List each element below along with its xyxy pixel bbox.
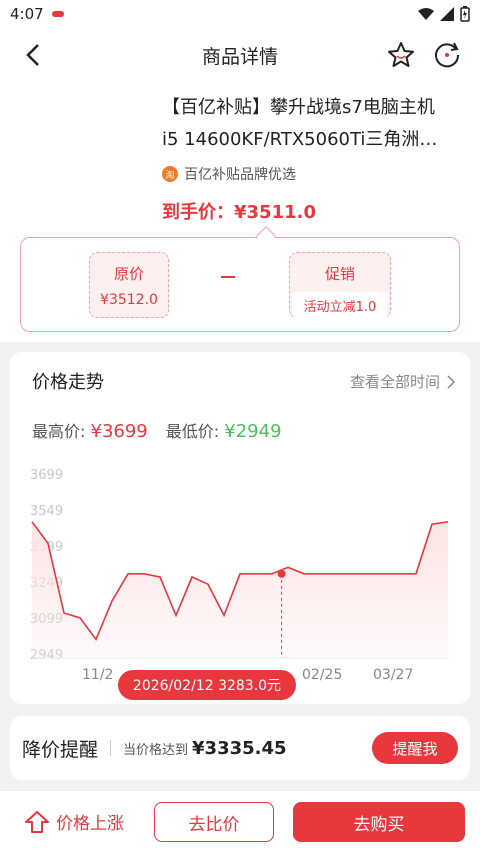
taobao-icon: 淘 <box>162 166 178 182</box>
final-price: 到手价：¥3511.0 <box>162 202 316 223</box>
price-breakdown: 原价 ¥3512.0 促销 活动立减1.0 <box>20 226 460 332</box>
view-all-label: 查看全部时间 <box>349 373 440 391</box>
star-icon <box>388 42 414 67</box>
brand-label: 百亿补贴品牌优选 <box>184 167 296 183</box>
refresh-button[interactable] <box>432 40 462 70</box>
low-price: 最低价: ¥2949 <box>166 418 282 442</box>
low-price-value: ¥2949 <box>224 421 282 442</box>
product-section: 【百亿补贴】攀升战境s7电脑主机 i5 14600KF/RTX5060Ti三角洲… <box>0 82 480 342</box>
minus-sign <box>221 276 235 278</box>
signal-icon <box>440 7 454 21</box>
divider <box>110 740 112 756</box>
price-rise-button[interactable]: 价格上涨 <box>24 809 124 834</box>
y-tick-label: 3699 <box>30 468 63 483</box>
page-title: 商品详情 <box>201 45 278 68</box>
original-price-card: 原价 ¥3512.0 <box>89 252 169 318</box>
status-time: 4:07 <box>10 5 44 23</box>
remind-me-button[interactable]: 提醒我 <box>372 732 458 764</box>
highlight-point <box>277 569 286 578</box>
callout-notch <box>256 226 276 246</box>
high-price: 最高价: ¥3699 <box>32 418 148 442</box>
x-tick-label: 11/2 <box>82 667 113 683</box>
product-title-line2: i5 14600KF/RTX5060Ti三角洲… <box>162 129 438 150</box>
alert-amount: ¥3335.45 <box>192 737 287 759</box>
original-price-value: ¥3512.0 <box>100 292 158 308</box>
price-alert-bar: 降价提醒 当价格达到 ¥3335.45 提醒我 <box>10 716 470 780</box>
status-bar: 4:07 <box>0 0 480 28</box>
view-all-time-link[interactable]: 查看全部时间 <box>350 371 456 392</box>
x-tick-label: 03/27 <box>373 667 413 683</box>
brand-badge: 淘 百亿补贴品牌优选 <box>162 164 296 184</box>
bottom-bar: 价格上涨 去比价 去购买 <box>0 790 480 853</box>
product-title-line1: 【百亿补贴】攀升战境s7电脑主机 <box>162 97 435 118</box>
status-icons <box>418 6 470 22</box>
y-tick-label: 3549 <box>30 504 63 519</box>
wifi-icon <box>418 8 434 20</box>
x-tick-label: 02/25 <box>302 667 342 683</box>
chevron-right-icon <box>447 374 456 389</box>
refresh-icon <box>435 42 460 68</box>
price-chart[interactable]: 36993549339932493099294911/202/2503/27 <box>10 452 470 692</box>
promotion-label: 促销 <box>324 265 355 283</box>
high-price-value: ¥3699 <box>90 421 148 442</box>
chart-tooltip: 2026/02/12 3283.0元 <box>118 670 296 700</box>
back-button[interactable] <box>18 40 48 70</box>
promotion-value: 活动立减1.0 <box>292 292 388 319</box>
price-trend-card: 价格走势 查看全部时间 最高价: ¥3699 最低价: ¥2949 3699 35… <box>10 352 470 704</box>
alert-condition: 当价格达到 <box>123 742 189 758</box>
low-price-label: 最低价: <box>165 422 220 441</box>
price-range: 最高价: ¥3699 最低价: ¥2949 <box>32 418 282 442</box>
high-price-label: 最高价: <box>32 422 86 441</box>
product-title: 【百亿补贴】攀升战境s7电脑主机 i5 14600KF/RTX5060Ti三角洲… <box>162 92 472 156</box>
alert-title: 降价提醒 <box>22 738 99 761</box>
favorite-button[interactable] <box>386 40 416 70</box>
arrow-up-icon <box>25 810 49 833</box>
promotion-card: 促销 活动立减1.0 <box>289 252 391 319</box>
price-rise-label: 价格上涨 <box>56 814 124 834</box>
chevron-left-icon <box>26 44 39 66</box>
trend-title: 价格走势 <box>32 372 104 393</box>
notification-dot-icon <box>51 11 64 17</box>
top-nav: 商品详情 <box>0 28 480 82</box>
battery-icon <box>460 6 470 22</box>
compare-price-button[interactable]: 去比价 <box>154 802 274 842</box>
original-price-label: 原价 <box>113 265 144 283</box>
buy-button[interactable]: 去购买 <box>293 802 465 842</box>
